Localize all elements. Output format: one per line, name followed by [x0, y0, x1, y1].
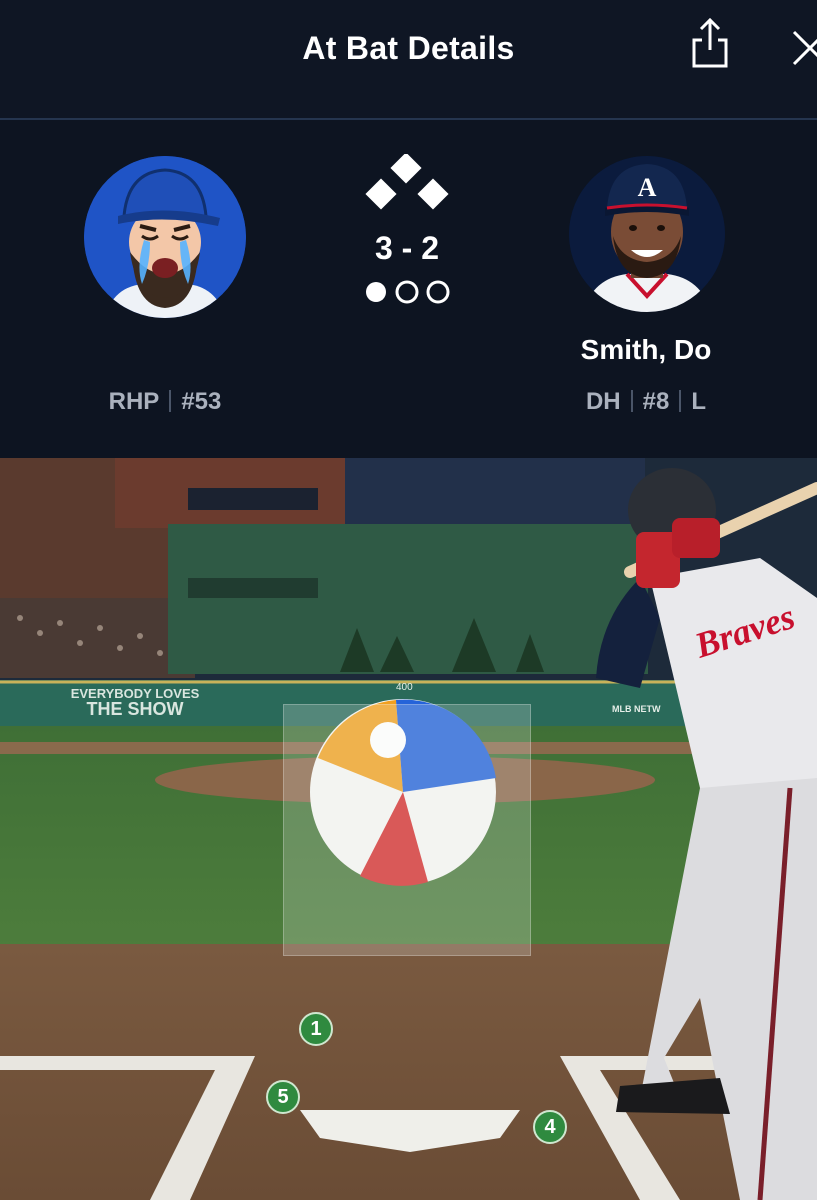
outs-indicator [362, 278, 452, 306]
bases-diamond-icon [365, 152, 449, 210]
wall-ad-line-2: THE SHOW [86, 699, 184, 719]
batter-name: Smith, Do [580, 334, 712, 365]
strike-zone [283, 704, 531, 956]
crying-cartoon-avatar-icon [84, 156, 246, 318]
pitcher-meta: RHP #53 [70, 388, 260, 416]
wall-ad: EVERYBODY LOVES THE SHOW [70, 686, 200, 720]
batter-position: DH [585, 388, 621, 415]
share-icon [692, 17, 728, 68]
bases-diamond [360, 152, 454, 224]
distance-marker: 400 [396, 682, 413, 693]
pitcher-avatar[interactable] [84, 156, 246, 318]
pitch-marker-5[interactable]: 5 [266, 1080, 300, 1114]
top-bar: At Bat Details [0, 0, 817, 120]
batter-avatar[interactable]: A [569, 156, 725, 312]
out-dot-1 [366, 282, 386, 302]
out-dot-2 [395, 280, 419, 304]
close-icon [792, 30, 817, 66]
close-button[interactable] [790, 28, 817, 68]
pitch-marker-1[interactable]: 1 [299, 1012, 333, 1046]
matchup-panel: RHP #53 3 - 2 A Smith, Do DH #8 L [0, 120, 817, 458]
batter-number: #8 [642, 388, 670, 415]
pitcher-number: #53 [181, 388, 222, 415]
player-headshot-icon: A [569, 156, 725, 312]
mlb-network-sign: MLB NETW [612, 704, 661, 714]
divider [630, 390, 633, 412]
svg-text:A: A [638, 173, 657, 202]
divider [679, 390, 682, 412]
pitch-location-field: Braves EVERYBODY LOVES THE SHOW 400 MLB … [0, 458, 817, 1200]
batter-bats: L [691, 388, 707, 415]
pitcher-hand: RHP [108, 388, 160, 415]
divider [169, 390, 172, 412]
ball-strike-count: 3 - 2 [374, 230, 440, 266]
out-dot-3 [426, 280, 450, 304]
pitch-marker-4[interactable]: 4 [533, 1110, 567, 1144]
batter-meta: DH #8 L [546, 388, 746, 416]
share-button[interactable] [688, 16, 732, 70]
